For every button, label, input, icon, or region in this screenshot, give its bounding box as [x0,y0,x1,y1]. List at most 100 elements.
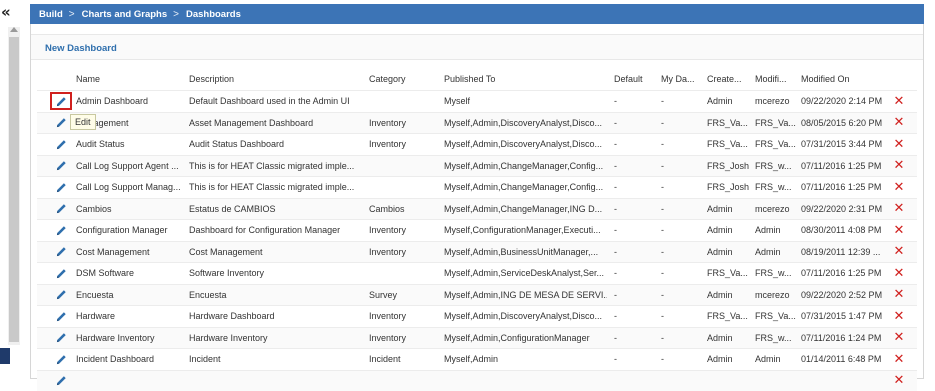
table-row[interactable]: Audit StatusAudit Status DashboardInvent… [37,133,917,155]
delete-x-icon[interactable]: ✕ [894,288,905,301]
breadcrumb-dashboards: Dashboards [186,9,241,20]
table-row[interactable]: CambiosEstatus de CAMBIOSCambiosMyself,A… [37,198,917,220]
edit-cell [49,328,73,349]
pencil-icon[interactable] [54,116,68,130]
column-header-category[interactable]: Category [369,68,439,90]
column-header-description[interactable]: Description [189,68,363,90]
row-category: Inventory [369,306,439,327]
row-published-to: Myself,Admin,ConfigurationManager [444,328,607,349]
pencil-icon[interactable] [54,309,68,323]
delete-cell: ✕ [891,371,907,391]
table-row[interactable]: Configuration ManagerDashboard for Confi… [37,219,917,241]
delete-x-icon[interactable]: ✕ [894,159,905,172]
delete-x-icon[interactable]: ✕ [894,267,905,280]
column-header-my-dashboard[interactable]: My Da... [661,68,701,90]
pencil-icon[interactable] [54,223,68,237]
row-name[interactable] [76,371,184,391]
delete-x-icon[interactable]: ✕ [894,374,905,387]
row-my-dashboard [661,371,701,391]
delete-x-icon[interactable]: ✕ [894,353,905,366]
delete-x-icon[interactable]: ✕ [894,331,905,344]
delete-x-icon[interactable]: ✕ [894,310,905,323]
row-category: Inventory [369,328,439,349]
row-name[interactable]: Hardware [76,306,184,327]
pencil-icon[interactable] [54,288,68,302]
row-my-dashboard: - [661,113,701,134]
delete-cell: ✕ [891,91,907,112]
row-default: - [614,349,654,370]
table-row[interactable]: DSM SoftwareSoftware InventoryMyself,Adm… [37,262,917,284]
pencil-icon[interactable] [54,180,68,194]
rail-scrollbar-thumb[interactable] [9,37,19,342]
row-name[interactable]: Hardware Inventory [76,328,184,349]
delete-x-icon[interactable]: ✕ [894,224,905,237]
row-modified-by: FRS_w... [755,177,797,198]
row-published-to: Myself,Admin,ChangeManager,ING D... [444,199,607,220]
pencil-icon[interactable] [54,331,68,345]
table-row[interactable]: Call Log Support Manag...This is for HEA… [37,176,917,198]
delete-x-icon[interactable]: ✕ [894,202,905,215]
row-name[interactable]: Call Log Support Manag... [76,177,184,198]
delete-x-icon[interactable]: ✕ [894,95,905,108]
row-name[interactable]: DSM Software [76,263,184,284]
row-created-by: FRS_Josh [707,156,750,177]
collapse-panel-icon[interactable]: « [1,5,21,21]
table-row[interactable]: EncuestaEncuestaSurveyMyself,Admin,ING D… [37,284,917,306]
row-name[interactable]: Call Log Support Agent ... [76,156,184,177]
column-header-created-by[interactable]: Create... [707,68,750,90]
rail-indicator [0,348,10,364]
table-row[interactable]: ✕ [37,370,917,391]
table-row[interactable]: Call Log Support Agent ...This is for HE… [37,155,917,177]
edit-cell [49,156,73,177]
pencil-icon[interactable] [54,374,68,388]
column-header-modified-by[interactable]: Modifi... [755,68,797,90]
pencil-icon[interactable] [54,266,68,280]
breadcrumb-charts-and-graphs[interactable]: Charts and Graphs [82,9,168,20]
table-row[interactable]: HardwareHardware DashboardInventoryMysel… [37,305,917,327]
table-row[interactable]: Cost ManagementCost ManagementInventoryM… [37,241,917,263]
delete-x-icon[interactable]: ✕ [894,245,905,258]
row-category: Incident [369,349,439,370]
row-my-dashboard: - [661,263,701,284]
row-published-to: Myself,Admin,BusinessUnitManager,... [444,242,607,263]
table-row[interactable]: Incident DashboardIncidentIncidentMyself… [37,348,917,370]
pencil-icon[interactable] [54,202,68,216]
row-my-dashboard: - [661,285,701,306]
row-name[interactable]: Admin Dashboard [76,91,184,112]
delete-x-icon[interactable]: ✕ [894,181,905,194]
new-dashboard-link[interactable]: New Dashboard [45,43,117,54]
pencil-icon[interactable] [54,159,68,173]
row-created-by: FRS_Va... [707,134,750,155]
column-header-published-to[interactable]: Published To [444,68,607,90]
row-category [369,371,439,391]
row-name[interactable]: Incident Dashboard [76,349,184,370]
row-name[interactable]: Cost Management [76,242,184,263]
delete-x-icon[interactable]: ✕ [894,138,905,151]
pencil-icon[interactable] [53,95,69,107]
row-name[interactable]: Audit Status [76,134,184,155]
table-row[interactable]: ManagementAsset Management DashboardInve… [37,112,917,134]
row-name[interactable]: Encuesta [76,285,184,306]
row-created-by: Admin [707,199,750,220]
pencil-icon[interactable] [54,352,68,366]
column-header-default[interactable]: Default [614,68,654,90]
row-published-to: Myself,Admin,DiscoveryAnalyst,Disco... [444,134,607,155]
breadcrumb-build[interactable]: Build [39,9,63,20]
dashboards-panel: New Dashboard Name Description Category … [30,24,924,379]
column-header-modified-on[interactable]: Modified On [801,68,893,90]
row-category: Inventory [369,113,439,134]
row-default [614,371,654,391]
row-name[interactable]: Cambios [76,199,184,220]
table-row[interactable]: Hardware InventoryHardware InventoryInve… [37,327,917,349]
grid-header: Name Description Category Published To D… [37,68,917,90]
row-category [369,177,439,198]
scroll-up-arrow-icon[interactable] [10,27,18,32]
table-row[interactable]: Admin DashboardDefault Dashboard used in… [37,90,917,112]
row-name[interactable]: Configuration Manager [76,220,184,241]
pencil-icon[interactable] [54,137,68,151]
pencil-icon[interactable] [54,245,68,259]
delete-x-icon[interactable]: ✕ [894,116,905,129]
row-modified-by: Admin [755,349,797,370]
column-header-name[interactable]: Name [76,68,184,90]
left-rail: « [0,0,24,379]
